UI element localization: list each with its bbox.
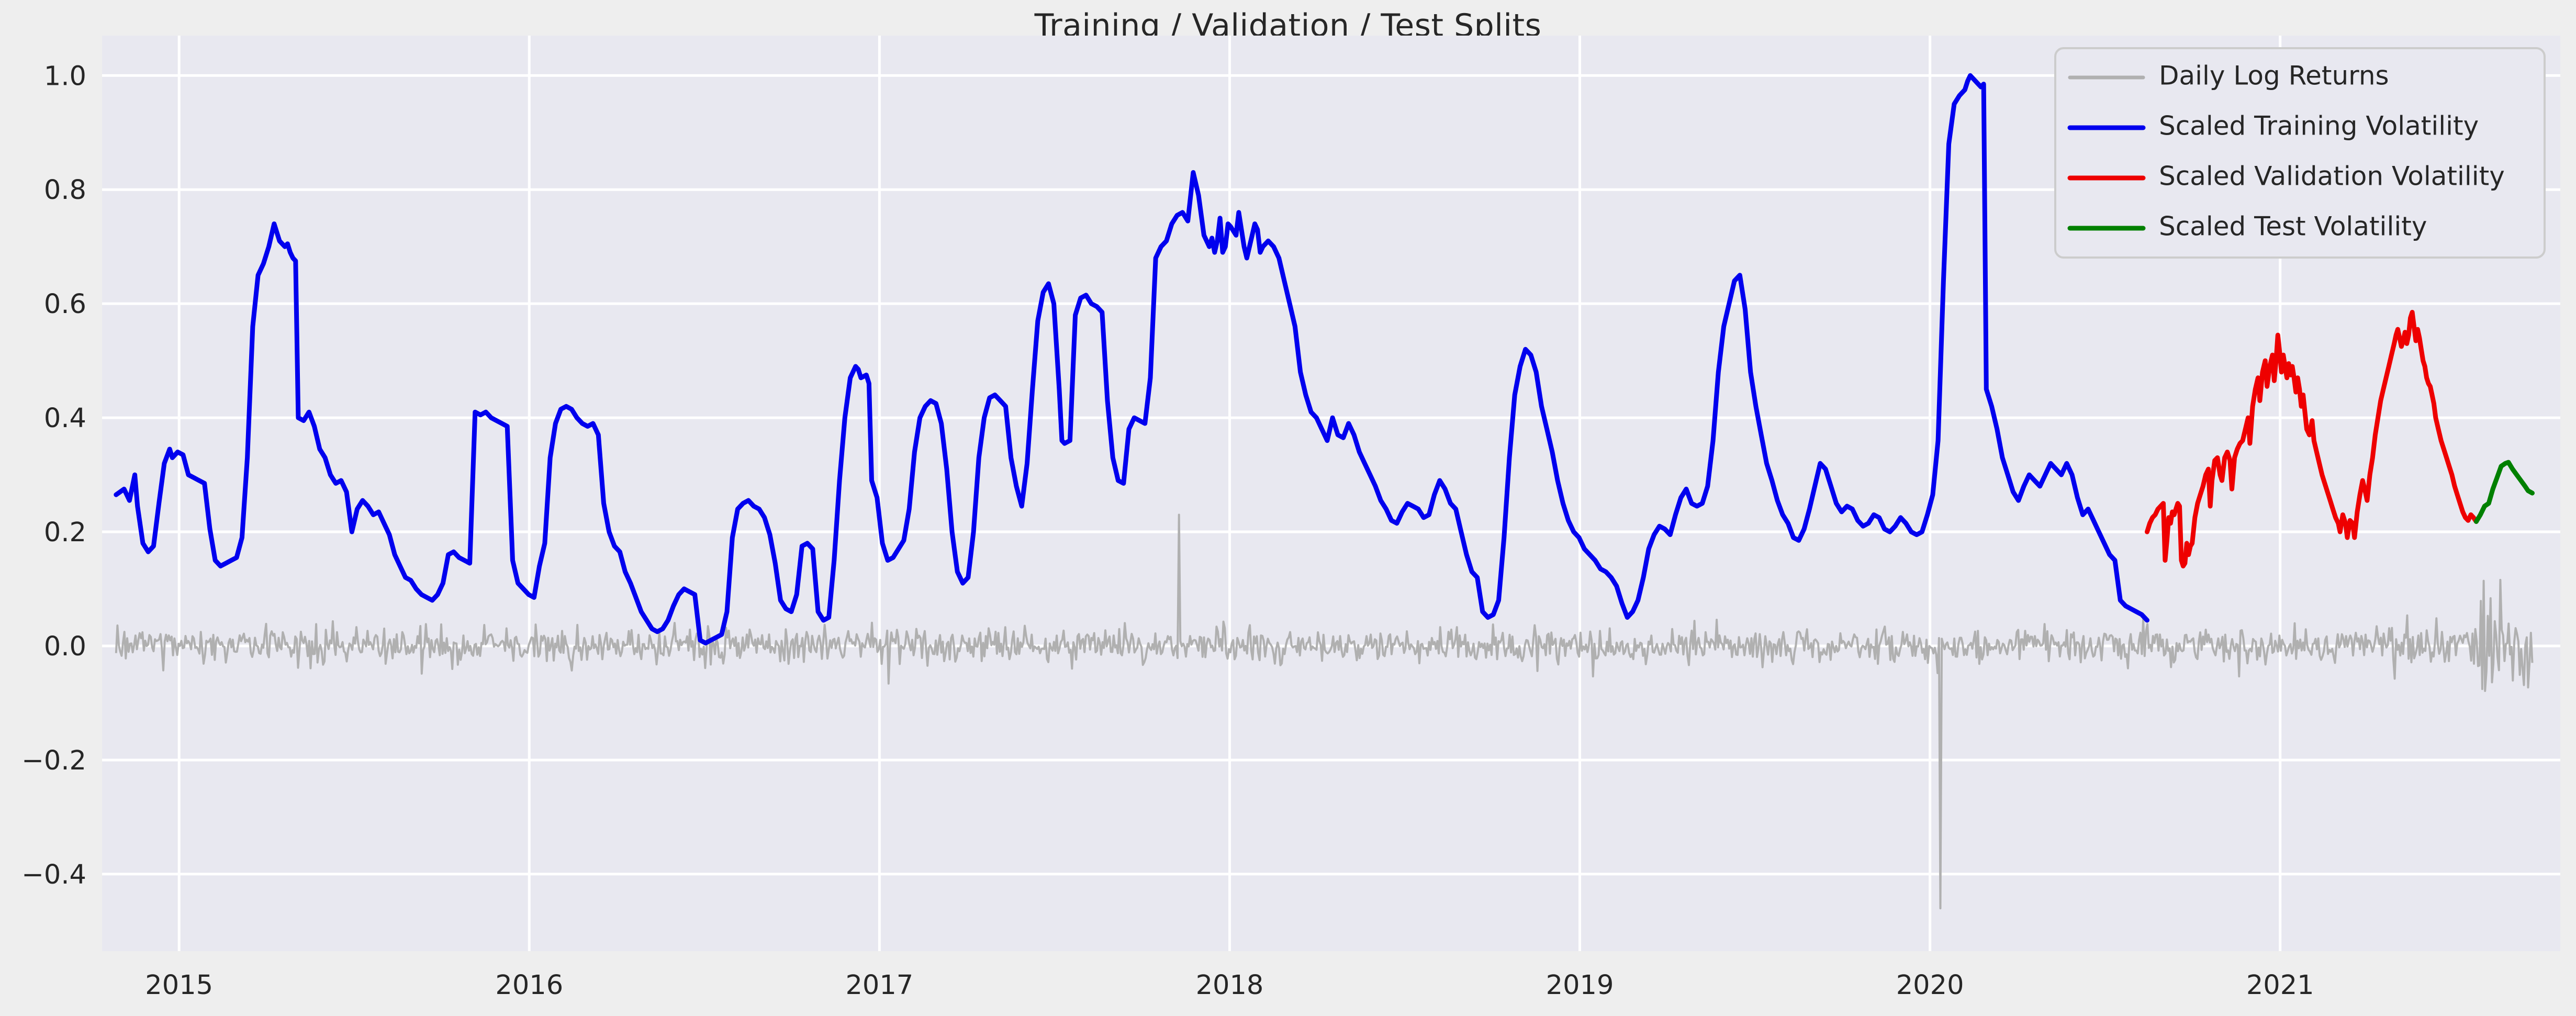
xtick-label-0: 2015: [145, 970, 213, 1001]
ytick-label-4: 0.2: [44, 517, 86, 548]
chart-figure: Training / Validation / Test Splits 1.0 0…: [0, 0, 2576, 1016]
plot-canvas: 1.0 0.8 0.6 0.4 0.2 0.0 −0.2 −0.4 2015 2016 2017 20…: [21, 36, 2560, 1001]
xtick-label-5: 2020: [1896, 970, 1964, 1001]
xtick-label-3: 2018: [1196, 970, 1264, 1001]
ytick-label-6: −0.2: [21, 745, 86, 776]
legend-label-0: Daily Log Returns: [2159, 61, 2389, 91]
ytick-label-2: 0.6: [44, 289, 86, 320]
xtick-label-6: 2021: [2246, 970, 2314, 1001]
xtick-label-4: 2019: [1546, 970, 1614, 1001]
ytick-label-0: 1.0: [44, 61, 86, 92]
ytick-label-7: −0.4: [21, 859, 86, 890]
legend-label-1: Scaled Training Volatility: [2159, 111, 2479, 141]
xtick-label-1: 2016: [495, 970, 563, 1001]
legend-label-2: Scaled Validation Volatility: [2159, 161, 2505, 192]
ytick-label-3: 0.4: [44, 403, 86, 434]
legend: Daily Log Returns Scaled Training Volatil…: [2054, 47, 2546, 259]
legend-label-3: Scaled Test Volatility: [2159, 211, 2427, 242]
ytick-label-5: 0.0: [44, 631, 86, 662]
ytick-label-1: 0.8: [44, 175, 86, 206]
xtick-label-2: 2017: [845, 970, 913, 1001]
